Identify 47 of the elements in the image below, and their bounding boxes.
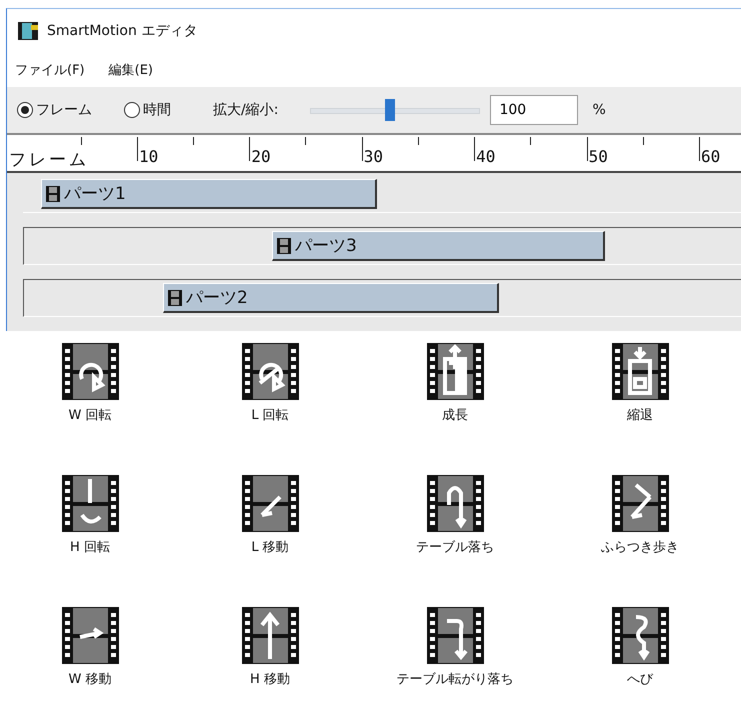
film-motion-icon[interactable] bbox=[242, 475, 298, 532]
motion-label: W 移動 bbox=[68, 671, 112, 688]
frame-number: 30 bbox=[364, 147, 384, 166]
film-motion-icon[interactable] bbox=[62, 343, 118, 400]
film-motion-icon[interactable] bbox=[612, 343, 668, 400]
motion-label: L 回転 bbox=[251, 407, 289, 424]
zoom-label: 拡大/縮小: bbox=[213, 101, 278, 119]
film-motion-icon[interactable] bbox=[62, 475, 118, 532]
film-motion-icon[interactable] bbox=[242, 607, 298, 664]
frame-number: 40 bbox=[476, 147, 496, 166]
track-bar[interactable]: パーツ1 bbox=[41, 179, 377, 209]
unit-label: % bbox=[592, 102, 606, 118]
menu-item[interactable]: 編集(E) bbox=[108, 61, 153, 79]
motion-label: テーブル落ち bbox=[416, 539, 494, 556]
zoom-slider[interactable] bbox=[310, 99, 480, 121]
ruler-label: フレーム bbox=[9, 149, 89, 171]
film-motion-icon[interactable] bbox=[62, 607, 118, 664]
zoom-field[interactable]: 100 bbox=[490, 95, 578, 125]
film-motion-icon[interactable] bbox=[426, 607, 484, 664]
film-clapper-icon bbox=[17, 20, 39, 42]
mode-radio[interactable]: 時間 bbox=[124, 101, 171, 119]
mode-radio[interactable]: フレーム bbox=[17, 101, 92, 119]
track-bar[interactable]: パーツ2 bbox=[163, 283, 499, 313]
film-motion-icon[interactable] bbox=[612, 475, 668, 532]
motion-label: 縮退 bbox=[627, 407, 653, 424]
track-bar[interactable]: パーツ3 bbox=[272, 231, 605, 261]
motion-label: へび bbox=[627, 671, 653, 688]
motion-label: L 移動 bbox=[251, 539, 289, 556]
window-title: SmartMotion エディタ bbox=[47, 22, 198, 40]
film-icon bbox=[46, 186, 60, 202]
film-icon bbox=[168, 290, 182, 306]
motion-label: 成長 bbox=[442, 407, 468, 424]
film-motion-icon[interactable] bbox=[612, 607, 668, 664]
motion-label: W 回転 bbox=[68, 407, 112, 424]
frame-number: 20 bbox=[251, 147, 271, 166]
film-icon bbox=[277, 238, 291, 254]
frame-number: 60 bbox=[700, 147, 720, 166]
frame-number: 50 bbox=[588, 147, 608, 166]
motion-label: テーブル転がり落ち bbox=[396, 671, 514, 688]
motion-label: H 回転 bbox=[70, 539, 110, 556]
film-motion-icon[interactable] bbox=[426, 475, 484, 532]
film-motion-icon[interactable] bbox=[426, 343, 484, 400]
motion-label: H 移動 bbox=[250, 671, 290, 688]
menu-item[interactable]: ファイル(F) bbox=[15, 61, 85, 79]
frame-number: 10 bbox=[139, 147, 158, 166]
motion-label: ふらつき歩き bbox=[601, 539, 679, 556]
film-motion-icon[interactable] bbox=[242, 343, 298, 400]
